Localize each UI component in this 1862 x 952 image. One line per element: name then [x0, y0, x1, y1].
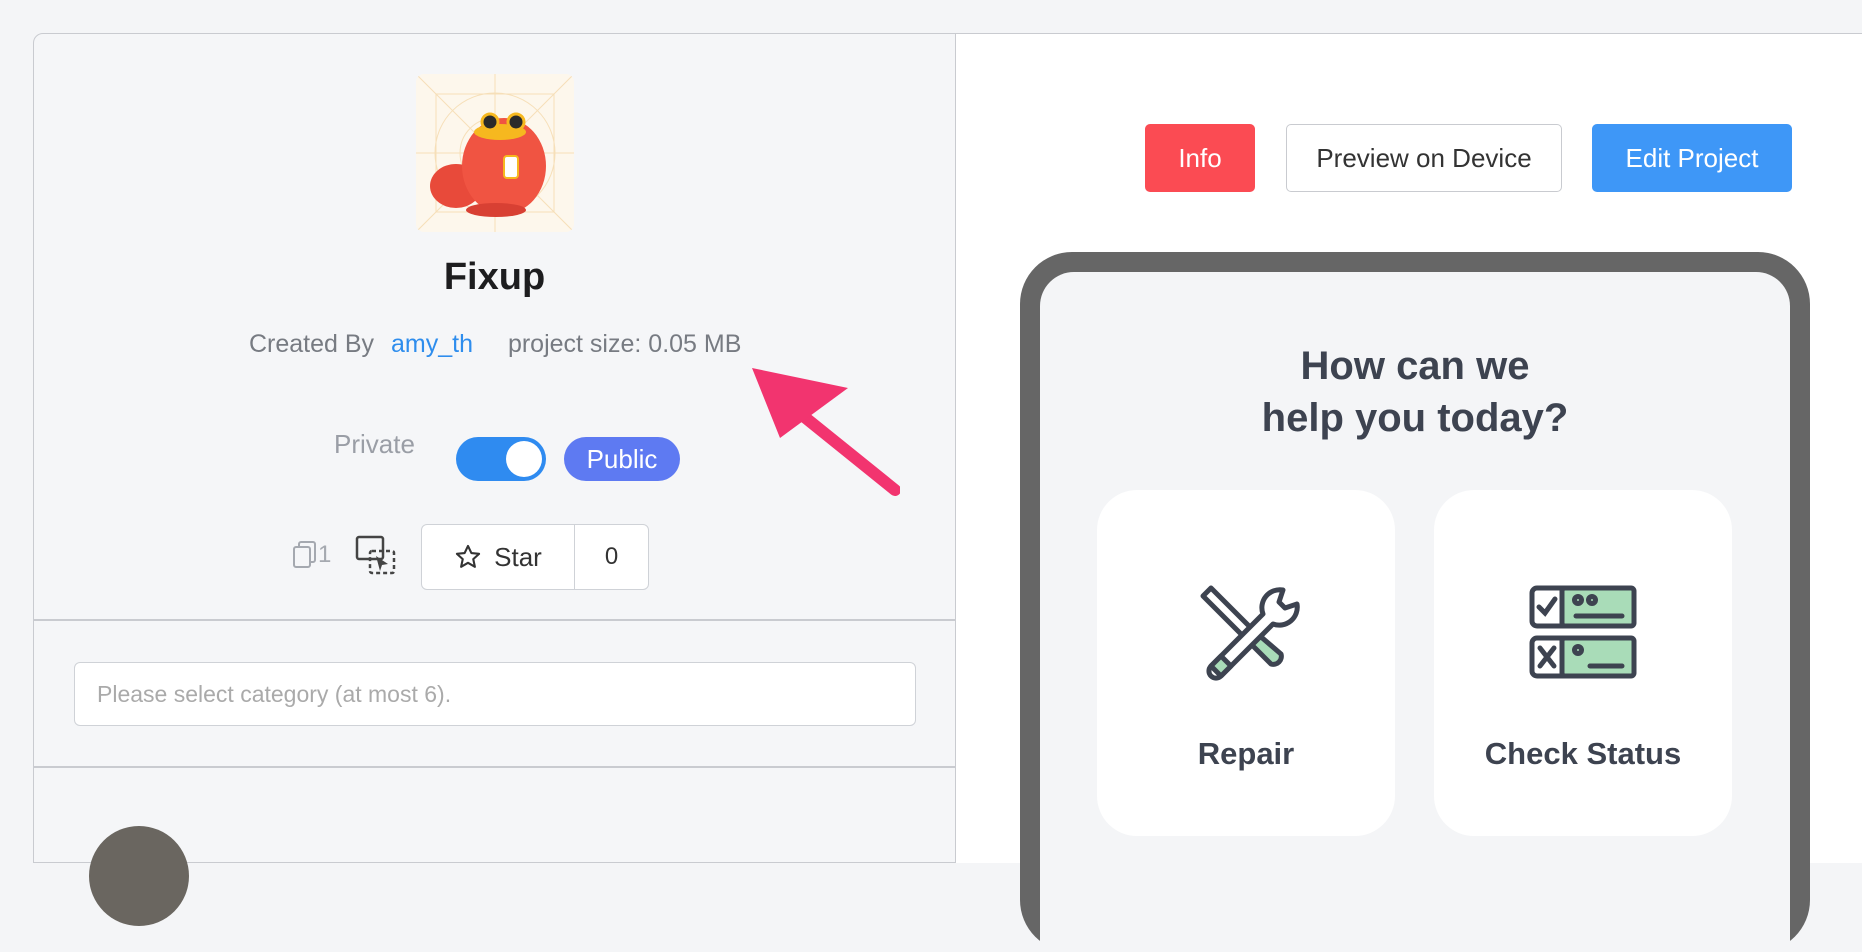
star-button[interactable]: Star	[422, 525, 575, 589]
public-badge: Public	[564, 437, 680, 481]
phone-screen: How can we help you today? Repair Check …	[1040, 272, 1790, 952]
tools-icon	[1200, 585, 1300, 681]
project-title: Fixup	[443, 256, 546, 298]
avatar[interactable]	[89, 826, 189, 926]
star-group: Star 0	[421, 524, 649, 590]
clone-count-value: 1	[318, 541, 332, 568]
visibility-toggle[interactable]	[456, 437, 546, 481]
phone-frame: How can we help you today? Repair Check …	[1020, 252, 1810, 952]
help-heading-line1: How can we	[1300, 344, 1530, 388]
clone-count: 1	[292, 540, 331, 570]
created-by-label: Created By	[249, 330, 375, 358]
project-meta: Created By amy_th project size: 0.05 MB	[249, 330, 741, 359]
edit-project-button[interactable]: Edit Project	[1592, 124, 1792, 192]
star-icon	[456, 544, 481, 568]
info-button[interactable]: Info	[1145, 124, 1255, 192]
divider	[34, 619, 955, 621]
category-select-input[interactable]	[74, 662, 916, 726]
toggle-knob	[506, 441, 542, 477]
preview-on-device-button[interactable]: Preview on Device	[1286, 124, 1562, 192]
beaver-mascot-icon	[416, 74, 574, 232]
checklist-icon	[1529, 585, 1637, 679]
screen-preview-icon[interactable]	[354, 534, 398, 578]
annotation-arrow-icon	[752, 368, 900, 496]
check-status-card[interactable]: Check Status	[1434, 490, 1732, 836]
card-label: Repair	[1197, 736, 1295, 771]
project-logo	[416, 74, 574, 232]
star-label: Star	[494, 541, 542, 572]
preview-panel: Info Preview on Device Edit Project How …	[956, 33, 1862, 952]
help-heading: How can we help you today?	[1040, 340, 1790, 444]
star-count: 0	[604, 543, 619, 570]
card-label: Check Status	[1484, 736, 1682, 771]
private-label: Private	[334, 429, 415, 459]
help-heading-line2: help you today?	[1261, 396, 1569, 440]
author-link[interactable]: amy_th	[391, 330, 473, 358]
repair-card[interactable]: Repair	[1097, 490, 1395, 836]
copy-icon	[293, 541, 316, 568]
divider	[34, 766, 955, 768]
project-size: project size: 0.05 MB	[507, 330, 742, 358]
